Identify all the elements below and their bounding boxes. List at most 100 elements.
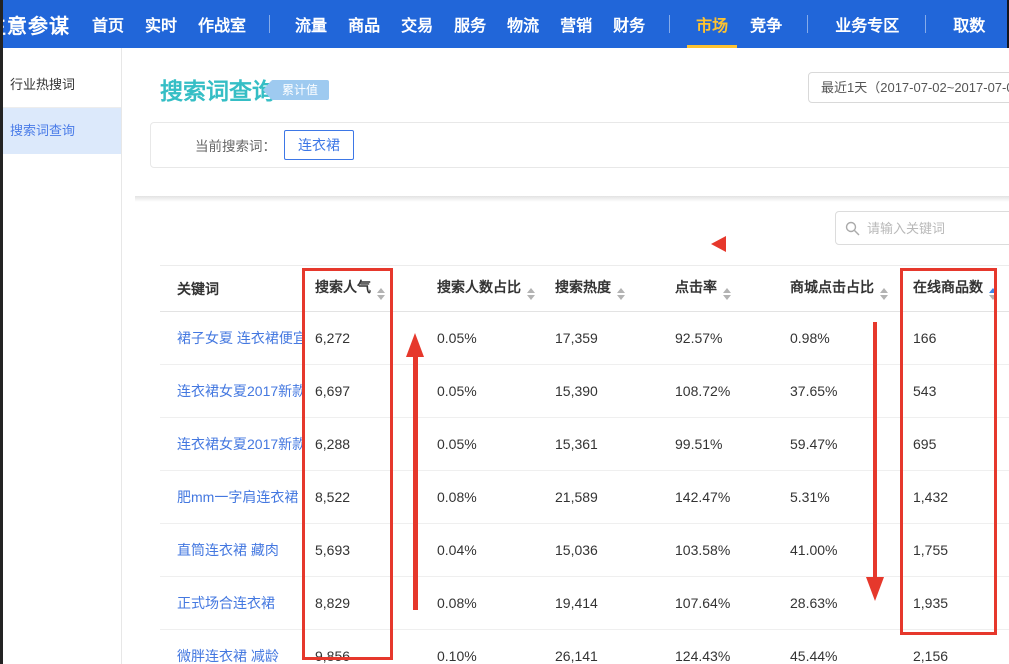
cell-search-popularity: 6,272 <box>305 312 427 365</box>
nav-item-service[interactable]: 服务 <box>454 12 486 36</box>
cell-search-heat: 15,361 <box>545 418 665 471</box>
date-range-selector[interactable]: 最近1天（2017-07-02~2017-07-02） <box>808 72 1009 103</box>
sort-icon[interactable] <box>377 288 385 300</box>
sort-icon[interactable] <box>880 288 888 300</box>
sidebar-item-search-term-query[interactable]: 搜索词查询 <box>0 108 121 154</box>
nav-item-marketing[interactable]: 营销 <box>560 12 592 36</box>
cell-search-popularity: 5,693 <box>305 524 427 577</box>
cell-mall-click-share: 59.47% <box>780 418 903 471</box>
cell-search-popularity: 8,829 <box>305 577 427 630</box>
cell-searcher-share: 0.08% <box>427 471 545 524</box>
nav-separator <box>925 15 926 33</box>
table-header-row: 关键词 搜索人气 搜索人数占比 搜索热度 点击率 商城点击占比 在线商品数 <box>160 266 1009 312</box>
cell-search-heat: 15,036 <box>545 524 665 577</box>
cell-online-products: 543 <box>903 365 1009 418</box>
nav-separator <box>269 15 270 33</box>
col-header-label: 在线商品数 <box>913 279 983 295</box>
keyword-link[interactable]: 连衣裙女夏2017新款... <box>177 383 305 399</box>
cell-click-rate: 124.43% <box>665 630 780 664</box>
nav-item-data-fetch[interactable]: 取数 <box>953 12 985 36</box>
keyword-link[interactable]: 连衣裙女夏2017新款... <box>177 436 305 452</box>
col-header-online-products[interactable]: 在线商品数 <box>903 266 1009 312</box>
keyword-link[interactable]: 裙子女夏 连衣裙便宜5.. <box>177 330 305 346</box>
nav-item-traffic[interactable]: 流量 <box>295 12 327 36</box>
col-header-mall-click-share[interactable]: 商城点击占比 <box>780 266 903 312</box>
sort-icon[interactable] <box>617 288 625 300</box>
cell-click-rate: 142.47% <box>665 471 780 524</box>
cell-search-popularity: 6,288 <box>305 418 427 471</box>
cell-online-products: 1,755 <box>903 524 1009 577</box>
nav-item-home[interactable]: 首页 <box>92 12 124 36</box>
sidebar: 行业热搜词 搜索词查询 <box>0 48 122 664</box>
cell-searcher-share: 0.10% <box>427 630 545 664</box>
annotation-left-triangle-icon <box>711 236 726 252</box>
nav-item-transactions[interactable]: 交易 <box>401 12 433 36</box>
table-row: 连衣裙女夏2017新款... 6,697 0.05% 15,390 108.72… <box>160 365 1009 418</box>
keyword-search-box <box>835 211 1009 245</box>
col-header-label: 搜索热度 <box>555 279 611 295</box>
page-title: 搜索词查询 <box>160 72 275 106</box>
window-left-edge <box>0 0 3 664</box>
keyword-tag[interactable]: 连衣裙 <box>284 130 354 160</box>
col-header-label: 点击率 <box>675 279 717 295</box>
cell-searcher-share: 0.05% <box>427 418 545 471</box>
cell-search-popularity: 8,522 <box>305 471 427 524</box>
keyword-search-input[interactable] <box>867 221 997 236</box>
table-row: 肥mm一字肩连衣裙 8,522 0.08% 21,589 142.47% 5.3… <box>160 471 1009 524</box>
nav-item-products[interactable]: 商品 <box>348 12 380 36</box>
nav-item-market[interactable]: 市场 <box>696 12 728 36</box>
sort-icon[interactable] <box>527 288 535 300</box>
nav-item-logistics[interactable]: 物流 <box>507 12 539 36</box>
col-header-label: 搜索人气 <box>315 279 371 295</box>
table-row: 直筒连衣裙 藏肉 5,693 0.04% 15,036 103.58% 41.0… <box>160 524 1009 577</box>
nav-item-competition[interactable]: 竞争 <box>750 12 782 36</box>
keyword-link[interactable]: 直筒连衣裙 藏肉 <box>177 542 279 558</box>
col-header-label: 关键词 <box>177 281 219 297</box>
col-header-searcher-share[interactable]: 搜索人数占比 <box>427 266 545 312</box>
sort-icon-active[interactable] <box>989 288 997 300</box>
date-range-text: 最近1天（2017-07-02~2017-07-02） <box>821 80 1009 95</box>
cell-mall-click-share: 37.65% <box>780 365 903 418</box>
col-header-label: 商城点击占比 <box>790 279 874 295</box>
card-top-shadow <box>135 196 1009 202</box>
cell-searcher-share: 0.05% <box>427 365 545 418</box>
sidebar-item-industry-hot-words[interactable]: 行业热搜词 <box>0 62 121 108</box>
col-header-search-heat[interactable]: 搜索热度 <box>545 266 665 312</box>
cell-search-heat: 21,589 <box>545 471 665 524</box>
nav-separator <box>669 15 670 33</box>
nav-item-war-room[interactable]: 作战室 <box>198 12 246 36</box>
cell-online-products: 2,156 <box>903 630 1009 664</box>
top-nav: 生意参谋 首页 实时 作战室 流量 商品 交易 服务 物流 营销 财务 市场 竞… <box>0 0 1009 48</box>
cell-click-rate: 92.57% <box>665 312 780 365</box>
cell-mall-click-share: 45.44% <box>780 630 903 664</box>
badge-arrow-icon <box>263 81 271 99</box>
cell-search-heat: 26,141 <box>545 630 665 664</box>
keyword-link[interactable]: 微胖连衣裙 减龄 <box>177 648 279 664</box>
nav-item-finance[interactable]: 财务 <box>613 12 645 36</box>
cell-click-rate: 107.64% <box>665 577 780 630</box>
cell-search-heat: 17,359 <box>545 312 665 365</box>
sort-icon[interactable] <box>723 288 731 300</box>
nav-item-business-zone[interactable]: 业务专区 <box>835 12 899 36</box>
cell-mall-click-share: 5.31% <box>780 471 903 524</box>
cell-mall-click-share: 41.00% <box>780 524 903 577</box>
cell-click-rate: 99.51% <box>665 418 780 471</box>
col-header-click-rate[interactable]: 点击率 <box>665 266 780 312</box>
nav-item-realtime[interactable]: 实时 <box>145 12 177 36</box>
cell-online-products: 166 <box>903 312 1009 365</box>
current-search-label: 当前搜索词： <box>195 135 276 155</box>
cell-online-products: 1,432 <box>903 471 1009 524</box>
keyword-link[interactable]: 肥mm一字肩连衣裙 <box>177 489 298 505</box>
cell-click-rate: 108.72% <box>665 365 780 418</box>
col-header-search-popularity[interactable]: 搜索人气 <box>305 266 427 312</box>
cell-mall-click-share: 0.98% <box>780 312 903 365</box>
app-logo[interactable]: 生意参谋 <box>0 10 70 39</box>
nav-separator <box>807 15 808 33</box>
cell-search-heat: 19,414 <box>545 577 665 630</box>
cell-searcher-share: 0.08% <box>427 577 545 630</box>
search-terms-table: 关键词 搜索人气 搜索人数占比 搜索热度 点击率 商城点击占比 在线商品数 裙子… <box>160 265 1009 664</box>
cell-searcher-share: 0.04% <box>427 524 545 577</box>
cell-online-products: 695 <box>903 418 1009 471</box>
keyword-link[interactable]: 正式场合连衣裙 <box>177 595 275 611</box>
current-search-panel: 当前搜索词： 连衣裙 <box>150 122 1009 168</box>
